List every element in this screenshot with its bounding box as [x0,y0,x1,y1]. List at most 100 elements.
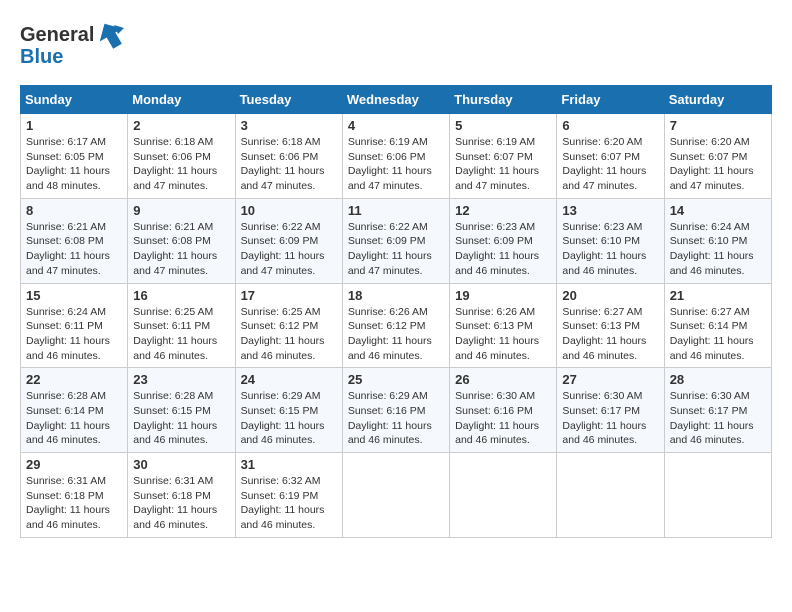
day-info: Sunrise: 6:23 AM Sunset: 6:09 PM Dayligh… [455,220,551,279]
day-number: 15 [26,288,122,303]
day-number: 7 [670,118,766,133]
day-info: Sunrise: 6:28 AM Sunset: 6:14 PM Dayligh… [26,389,122,448]
day-info: Sunrise: 6:18 AM Sunset: 6:06 PM Dayligh… [241,135,337,194]
calendar-cell: 16 Sunrise: 6:25 AM Sunset: 6:11 PM Dayli… [128,283,235,368]
day-number: 23 [133,372,229,387]
day-info: Sunrise: 6:25 AM Sunset: 6:11 PM Dayligh… [133,305,229,364]
day-info: Sunrise: 6:30 AM Sunset: 6:16 PM Dayligh… [455,389,551,448]
calendar-cell: 25 Sunrise: 6:29 AM Sunset: 6:16 PM Dayli… [342,368,449,453]
weekday-header-wednesday: Wednesday [342,86,449,114]
calendar-cell: 21 Sunrise: 6:27 AM Sunset: 6:14 PM Dayli… [664,283,771,368]
day-number: 19 [455,288,551,303]
day-number: 12 [455,203,551,218]
calendar-cell: 4 Sunrise: 6:19 AM Sunset: 6:06 PM Daylig… [342,114,449,199]
day-number: 26 [455,372,551,387]
day-info: Sunrise: 6:17 AM Sunset: 6:05 PM Dayligh… [26,135,122,194]
day-info: Sunrise: 6:26 AM Sunset: 6:12 PM Dayligh… [348,305,444,364]
calendar-cell: 30Sunrise: 6:31 AM Sunset: 6:18 PM Dayli… [128,453,235,538]
day-number: 6 [562,118,658,133]
day-number: 16 [133,288,229,303]
day-number: 9 [133,203,229,218]
day-info: Sunrise: 6:22 AM Sunset: 6:09 PM Dayligh… [241,220,337,279]
calendar-cell: 9 Sunrise: 6:21 AM Sunset: 6:08 PM Daylig… [128,198,235,283]
day-number: 13 [562,203,658,218]
calendar-cell: 27Sunrise: 6:30 AM Sunset: 6:17 PM Dayli… [557,368,664,453]
day-info: Sunrise: 6:27 AM Sunset: 6:14 PM Dayligh… [670,305,766,364]
day-info: Sunrise: 6:25 AM Sunset: 6:12 PM Dayligh… [241,305,337,364]
day-info: Sunrise: 6:21 AM Sunset: 6:08 PM Dayligh… [26,220,122,279]
day-number: 10 [241,203,337,218]
calendar-table: SundayMondayTuesdayWednesdayThursdayFrid… [20,85,772,538]
day-info: Sunrise: 6:29 AM Sunset: 6:16 PM Dayligh… [348,389,444,448]
calendar-cell [450,453,557,538]
day-info: Sunrise: 6:20 AM Sunset: 6:07 PM Dayligh… [670,135,766,194]
calendar-cell: 6 Sunrise: 6:20 AM Sunset: 6:07 PM Daylig… [557,114,664,199]
day-number: 4 [348,118,444,133]
calendar-cell: 26 Sunrise: 6:30 AM Sunset: 6:16 PM Dayli… [450,368,557,453]
calendar-cell [557,453,664,538]
calendar-cell: 10 Sunrise: 6:22 AM Sunset: 6:09 PM Dayli… [235,198,342,283]
calendar-cell: 20 Sunrise: 6:27 AM Sunset: 6:13 PM Dayli… [557,283,664,368]
weekday-header-thursday: Thursday [450,86,557,114]
day-number: 29 [26,457,122,472]
calendar-cell: 22 Sunrise: 6:28 AM Sunset: 6:14 PM Dayli… [21,368,128,453]
calendar-cell: 23 Sunrise: 6:28 AM Sunset: 6:15 PM Dayli… [128,368,235,453]
day-info: Sunrise: 6:19 AM Sunset: 6:07 PM Dayligh… [455,135,551,194]
day-info: Sunrise: 6:22 AM Sunset: 6:09 PM Dayligh… [348,220,444,279]
day-info: Sunrise: 6:31 AM Sunset: 6:18 PM Dayligh… [133,474,229,533]
day-info: Sunrise: 6:23 AM Sunset: 6:10 PM Dayligh… [562,220,658,279]
logo-blue: Blue [20,46,63,69]
day-info: Sunrise: 6:20 AM Sunset: 6:07 PM Dayligh… [562,135,658,194]
day-info: Sunrise: 6:19 AM Sunset: 6:06 PM Dayligh… [348,135,444,194]
calendar-cell: 3 Sunrise: 6:18 AM Sunset: 6:06 PM Daylig… [235,114,342,199]
calendar-cell: 14 Sunrise: 6:24 AM Sunset: 6:10 PM Dayli… [664,198,771,283]
day-info: Sunrise: 6:30 AM Sunset: 6:17 PM Dayligh… [562,389,658,448]
day-number: 25 [348,372,444,387]
calendar-cell: 7 Sunrise: 6:20 AM Sunset: 6:07 PM Daylig… [664,114,771,199]
day-number: 28 [670,372,766,387]
calendar-cell: 19 Sunrise: 6:26 AM Sunset: 6:13 PM Dayli… [450,283,557,368]
calendar-cell: 11 Sunrise: 6:22 AM Sunset: 6:09 PM Dayli… [342,198,449,283]
day-number: 14 [670,203,766,218]
day-number: 18 [348,288,444,303]
day-number: 22 [26,372,122,387]
day-info: Sunrise: 6:26 AM Sunset: 6:13 PM Dayligh… [455,305,551,364]
day-number: 1 [26,118,122,133]
logo: General Blue [20,20,126,69]
day-info: Sunrise: 6:28 AM Sunset: 6:15 PM Dayligh… [133,389,229,448]
calendar-cell: 31Sunrise: 6:32 AM Sunset: 6:19 PM Dayli… [235,453,342,538]
calendar-cell: 2 Sunrise: 6:18 AM Sunset: 6:06 PM Daylig… [128,114,235,199]
logo-general: General [20,24,94,47]
day-info: Sunrise: 6:30 AM Sunset: 6:17 PM Dayligh… [670,389,766,448]
calendar-cell: 24 Sunrise: 6:29 AM Sunset: 6:15 PM Dayli… [235,368,342,453]
day-number: 17 [241,288,337,303]
day-info: Sunrise: 6:21 AM Sunset: 6:08 PM Dayligh… [133,220,229,279]
calendar-cell: 17 Sunrise: 6:25 AM Sunset: 6:12 PM Dayli… [235,283,342,368]
day-info: Sunrise: 6:29 AM Sunset: 6:15 PM Dayligh… [241,389,337,448]
day-number: 5 [455,118,551,133]
day-info: Sunrise: 6:27 AM Sunset: 6:13 PM Dayligh… [562,305,658,364]
logo-bird-icon [96,20,126,50]
day-info: Sunrise: 6:32 AM Sunset: 6:19 PM Dayligh… [241,474,337,533]
day-number: 3 [241,118,337,133]
day-info: Sunrise: 6:31 AM Sunset: 6:18 PM Dayligh… [26,474,122,533]
calendar-cell: 15 Sunrise: 6:24 AM Sunset: 6:11 PM Dayli… [21,283,128,368]
weekday-header-sunday: Sunday [21,86,128,114]
day-number: 11 [348,203,444,218]
day-number: 8 [26,203,122,218]
weekday-header-saturday: Saturday [664,86,771,114]
calendar-cell: 29 Sunrise: 6:31 AM Sunset: 6:18 PM Dayli… [21,453,128,538]
day-info: Sunrise: 6:24 AM Sunset: 6:11 PM Dayligh… [26,305,122,364]
calendar-cell: 12 Sunrise: 6:23 AM Sunset: 6:09 PM Dayli… [450,198,557,283]
calendar-cell: 13 Sunrise: 6:23 AM Sunset: 6:10 PM Dayli… [557,198,664,283]
day-number: 21 [670,288,766,303]
weekday-header-monday: Monday [128,86,235,114]
calendar-cell [342,453,449,538]
page-header: General Blue [20,20,772,69]
calendar-cell [664,453,771,538]
day-number: 24 [241,372,337,387]
day-number: 20 [562,288,658,303]
day-info: Sunrise: 6:18 AM Sunset: 6:06 PM Dayligh… [133,135,229,194]
day-info: Sunrise: 6:24 AM Sunset: 6:10 PM Dayligh… [670,220,766,279]
day-number: 2 [133,118,229,133]
